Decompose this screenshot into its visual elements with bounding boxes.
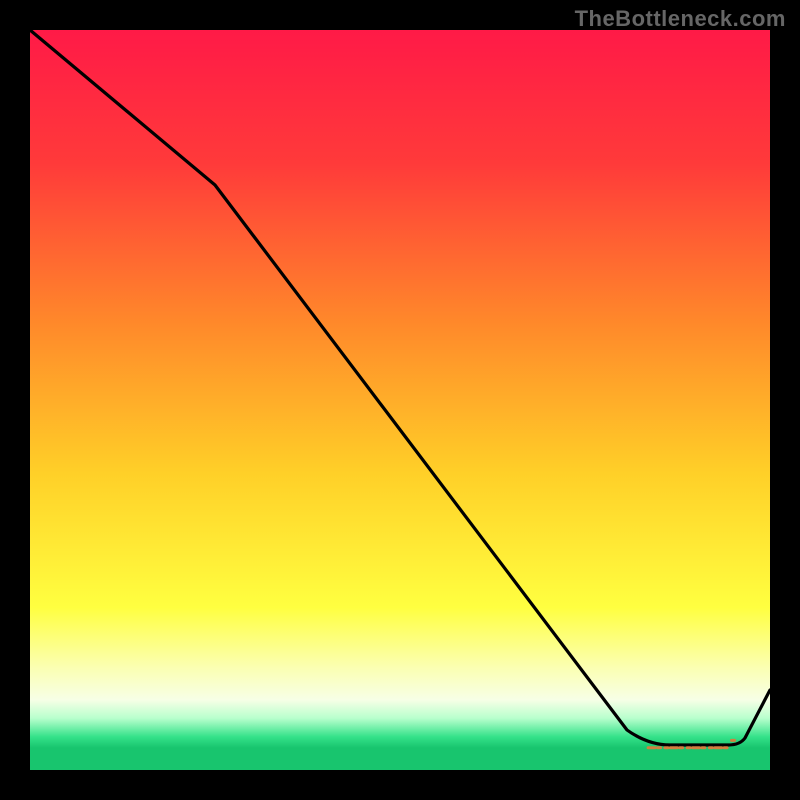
gradient-background	[30, 30, 770, 770]
border-right	[770, 0, 800, 800]
border-bottom	[0, 770, 800, 800]
border-left	[0, 0, 30, 800]
chart-frame: TheBottleneck.com	[0, 0, 800, 800]
watermark-text: TheBottleneck.com	[575, 6, 786, 32]
bottleneck-chart	[0, 0, 800, 800]
